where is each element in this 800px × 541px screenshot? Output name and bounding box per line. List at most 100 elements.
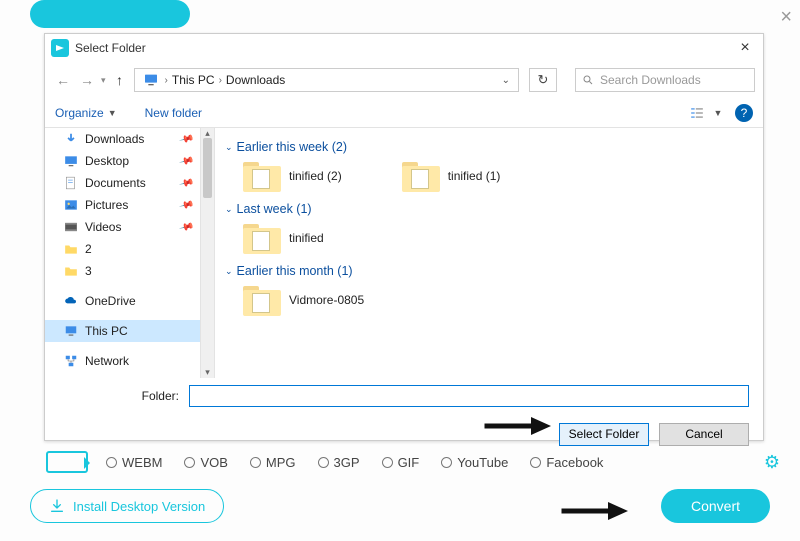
refresh-button[interactable]: ↻ [529,68,557,92]
format-option-vob[interactable]: VOB [184,455,227,470]
download-icon [63,131,79,147]
sidebar-item-downloads[interactable]: Downloads 📌 [45,128,214,150]
file-pane: ⌄Earlier this week (2) tinified (2) tini… [215,128,763,378]
sidebar-item-label: Downloads [85,132,144,146]
group-header[interactable]: ⌄Last week (1) [225,202,753,216]
folder-name: tinified (1) [448,169,501,183]
nav-up-icon[interactable]: ↑ [110,70,130,90]
install-desktop-label: Install Desktop Version [73,499,205,514]
sidebar-item-documents[interactable]: Documents 📌 [45,172,214,194]
pin-icon: 📌 [178,153,194,169]
chevron-down-icon: ⌄ [225,142,233,153]
app-close-icon[interactable]: × [780,6,792,29]
folder-item[interactable]: tinified (1) [402,160,501,192]
dialog-nav-row: ← → ▾ ↑ › This PC › Downloads ⌄ ↻ Search… [45,62,763,98]
group-header[interactable]: ⌄Earlier this week (2) [225,140,753,154]
sidebar-item-thispc[interactable]: This PC [45,320,214,342]
sidebar-item-onedrive[interactable]: OneDrive [45,290,214,312]
folder-input[interactable] [189,385,749,407]
scroll-thumb[interactable] [203,138,212,198]
group-header[interactable]: ⌄Earlier this month (1) [225,264,753,278]
dialog-title: Select Folder [75,41,733,55]
convert-button[interactable]: Convert [661,489,770,523]
folder-item[interactable]: tinified (2) [243,160,342,192]
nav-back-icon[interactable]: ← [53,70,73,90]
dialog-close-icon[interactable]: × [733,39,757,57]
sidebar-item-desktop[interactable]: Desktop 📌 [45,150,214,172]
annotation-arrow-icon [560,497,630,525]
radio-icon [382,457,393,468]
folder-name: Vidmore-0805 [289,293,364,307]
folder-icon [63,263,79,279]
sidebar-item-label: 3 [85,264,92,278]
download-icon [49,498,65,514]
sidebar-scrollbar[interactable]: ▴ ▾ [200,128,214,378]
sidebar-item-pictures[interactable]: Pictures 📌 [45,194,214,216]
cancel-button[interactable]: Cancel [659,423,749,446]
video-output-icon[interactable] [46,451,88,473]
sidebar-item-videos[interactable]: Videos 📌 [45,216,214,238]
search-icon [582,74,594,86]
sidebar-item-label: Pictures [85,198,128,212]
sidebar-item-label: 2 [85,242,92,256]
nav-history-drop-icon[interactable]: ▾ [101,75,106,86]
pin-icon: 📌 [178,197,194,213]
format-option-3gp[interactable]: 3GP [318,455,360,470]
breadcrumb-child[interactable]: Downloads [226,73,285,87]
sidebar-item-two[interactable]: 2 [45,238,214,260]
new-folder-button[interactable]: New folder [145,106,202,120]
format-label: VOB [200,455,227,470]
format-label: MPG [266,455,296,470]
radio-icon [530,457,541,468]
desktop-icon [63,153,79,169]
folder-name: tinified [289,231,324,245]
view-mode-drop-icon[interactable]: ▼ [711,102,725,124]
sidebar-item-label: Documents [85,176,146,190]
pin-icon: 📌 [178,131,194,147]
help-button[interactable]: ? [735,104,753,122]
group-title: Earlier this month (1) [237,264,353,278]
format-option-mpg[interactable]: MPG [250,455,296,470]
sidebar-item-label: OneDrive [85,294,136,308]
format-option-gif[interactable]: GIF [382,455,420,470]
group-row: Vidmore-0805 [243,284,753,316]
folder-item[interactable]: Vidmore-0805 [243,284,364,316]
thispc-icon [143,72,159,88]
radio-icon [318,457,329,468]
bottom-action-row: Install Desktop Version Convert [30,485,770,527]
view-mode-button[interactable] [683,102,711,124]
search-placeholder: Search Downloads [600,73,701,87]
format-settings-icon[interactable]: ⚙ [764,452,780,473]
group-row: tinified [243,222,753,254]
select-folder-dialog: Select Folder × ← → ▾ ↑ › This PC › Down… [44,33,764,441]
address-dropdown-icon[interactable]: ⌄ [502,75,514,86]
radio-icon [250,457,261,468]
sidebar-item-network[interactable]: Network [45,350,214,372]
format-label: WEBM [122,455,162,470]
group-row: tinified (2) tinified (1) [243,160,753,192]
folder-icon [402,160,440,192]
radio-icon [184,457,195,468]
folder-input-row: Folder: [45,378,763,414]
thispc-icon [63,323,79,339]
chevron-down-icon: ⌄ [225,204,233,215]
sidebar-item-three[interactable]: 3 [45,260,214,282]
format-option-youtube[interactable]: YouTube [441,455,508,470]
folder-icon [243,284,281,316]
organize-menu[interactable]: Organize▼ [55,106,117,120]
scroll-down-icon[interactable]: ▾ [201,367,214,378]
select-folder-button[interactable]: Select Folder [559,423,649,446]
sidebar-item-label: Network [85,354,129,368]
format-label: GIF [398,455,420,470]
format-option-facebook[interactable]: Facebook [530,455,603,470]
nav-forward-icon[interactable]: → [77,70,97,90]
folder-item[interactable]: tinified [243,222,324,254]
sidebar-item-label: Videos [85,220,121,234]
format-option-webm[interactable]: WEBM [106,455,162,470]
install-desktop-button[interactable]: Install Desktop Version [30,489,224,523]
annotation-arrow-icon [483,413,553,439]
search-input[interactable]: Search Downloads [575,68,755,92]
dialog-body: Downloads 📌 Desktop 📌 Documents 📌 Pictur… [45,128,763,378]
breadcrumb-root[interactable]: This PC [172,73,215,87]
address-bar[interactable]: › This PC › Downloads ⌄ [134,68,519,92]
